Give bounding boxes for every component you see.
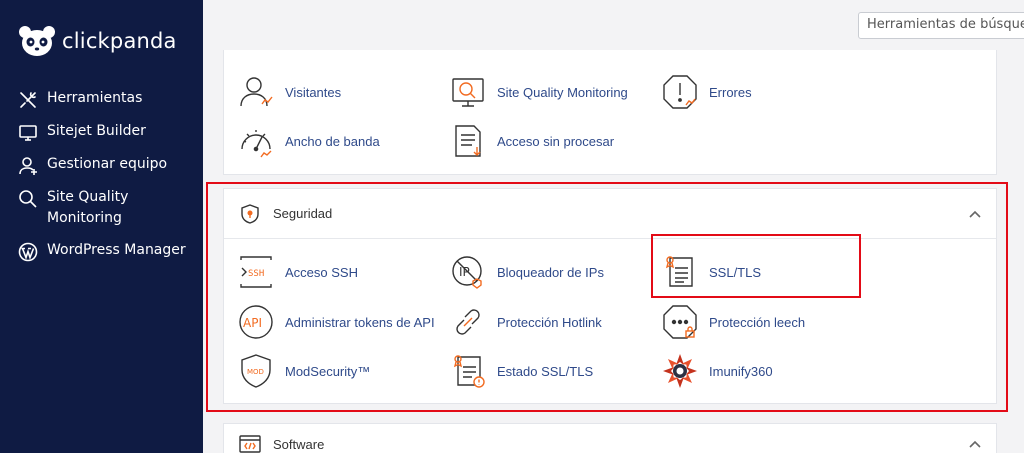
ssl-status-icon xyxy=(453,355,485,388)
svg-text:API: API xyxy=(243,316,262,330)
item-label: Visitantes xyxy=(285,84,342,100)
item-label: Estado SSL/TLS xyxy=(497,363,594,379)
metrics-item-site-quality[interactable]: Site Quality Monitoring xyxy=(450,74,628,110)
sidebar-item-label: Herramientas xyxy=(47,90,143,106)
brand-logo[interactable]: clickpanda xyxy=(18,24,177,58)
modsecurity-icon: MOD xyxy=(241,354,271,388)
chevron-up-icon[interactable] xyxy=(969,440,981,448)
metrics-panel: Visitantes Site Quality Monitoring Error… xyxy=(223,50,997,175)
section-title: Seguridad xyxy=(273,206,333,221)
visitors-icon xyxy=(240,77,273,107)
sidebar-item-gestionar-equipo[interactable]: Gestionar equipo xyxy=(18,154,198,176)
section-title: Software xyxy=(273,436,325,452)
software-panel: Software xyxy=(223,423,997,453)
api-icon: API xyxy=(239,305,273,339)
security-item-modsecurity[interactable]: MOD ModSecurity™ xyxy=(238,353,370,389)
sidebar-item-label: Site Quality Monitoring xyxy=(47,189,129,226)
item-label: Imunify360 xyxy=(709,363,773,379)
security-item-estado-ssl[interactable]: Estado SSL/TLS xyxy=(450,353,593,389)
wordpress-icon xyxy=(18,242,38,262)
item-label: Ancho de banda xyxy=(285,133,380,149)
raw-access-icon xyxy=(455,125,481,157)
tools-icon xyxy=(20,92,36,108)
sidebar-item-label: Sitejet Builder xyxy=(47,123,146,139)
item-label: ModSecurity™ xyxy=(285,363,371,379)
site-quality-icon xyxy=(452,78,484,107)
sidebar-nav: Herramientas Sitejet Builder Gestionar e… xyxy=(18,88,198,273)
bandwidth-icon xyxy=(241,130,272,158)
monitor-icon xyxy=(19,125,37,141)
security-item-ssl-tls[interactable]: SSL/TLS xyxy=(662,254,761,290)
metrics-item-acceso-sin-procesar[interactable]: Acceso sin procesar xyxy=(450,123,614,159)
hotlink-icon xyxy=(456,309,480,335)
security-item-bloqueador-ips[interactable]: IP Bloqueador de IPs xyxy=(450,254,604,290)
errors-icon xyxy=(663,75,697,109)
user-add-icon xyxy=(19,157,37,175)
svg-text:MOD: MOD xyxy=(247,368,264,376)
svg-text:SSH: SSH xyxy=(248,269,264,279)
security-item-acceso-ssh[interactable]: SSH Acceso SSH xyxy=(238,254,358,290)
panda-logo-icon xyxy=(19,26,55,56)
item-label: Administrar tokens de API xyxy=(285,314,435,330)
security-item-api-tokens[interactable]: API Administrar tokens de API xyxy=(238,304,435,340)
item-label: Acceso sin procesar xyxy=(497,133,615,149)
tools-search-input[interactable]: Herramientas de búsqueda xyxy=(858,12,1024,39)
item-label: Errores xyxy=(709,84,752,100)
security-item-hotlink[interactable]: Protección Hotlink xyxy=(450,304,602,340)
item-label: Acceso SSH xyxy=(285,264,358,280)
item-label: Protección Hotlink xyxy=(497,314,602,330)
code-icon xyxy=(239,435,261,453)
metrics-item-errores[interactable]: Errores xyxy=(662,74,752,110)
sidebar-item-sitejet[interactable]: Sitejet Builder xyxy=(18,121,198,143)
ssh-icon: SSH xyxy=(240,256,272,288)
shield-icon xyxy=(241,203,259,224)
svg-text:IP: IP xyxy=(459,265,470,279)
ssl-tls-icon xyxy=(665,256,693,287)
chevron-up-icon[interactable] xyxy=(969,210,981,218)
security-panel: Seguridad SSH Acceso SSH IP Bloqueador d… xyxy=(223,188,997,404)
sidebar-item-herramientas[interactable]: Herramientas xyxy=(18,88,198,110)
security-panel-header[interactable]: Seguridad xyxy=(224,189,996,239)
sidebar-item-label: WordPress Manager xyxy=(47,242,186,258)
metrics-item-visitantes[interactable]: Visitantes xyxy=(238,74,341,110)
imunify-icon xyxy=(663,354,697,388)
sidebar-item-site-quality[interactable]: Site Quality Monitoring xyxy=(18,187,198,229)
item-label: Site Quality Monitoring xyxy=(497,84,628,100)
item-label: Protección leech xyxy=(709,314,806,330)
sidebar: clickpanda Herramientas Sitejet Builder … xyxy=(0,0,203,453)
ip-blocker-icon: IP xyxy=(452,256,482,289)
brand-name: clickpanda xyxy=(62,29,177,53)
sidebar-item-label: Gestionar equipo xyxy=(47,156,168,172)
search-icon xyxy=(19,190,37,208)
sidebar-item-wordpress[interactable]: WordPress Manager xyxy=(18,240,198,262)
item-label: SSL/TLS xyxy=(709,264,762,280)
item-label: Bloqueador de IPs xyxy=(497,264,604,280)
security-item-imunify360[interactable]: Imunify360 xyxy=(662,353,773,389)
metrics-item-ancho-de-banda[interactable]: Ancho de banda xyxy=(238,123,380,159)
leech-icon xyxy=(663,305,697,339)
software-panel-header[interactable]: Software xyxy=(224,424,996,453)
security-item-leech[interactable]: Protección leech xyxy=(662,304,805,340)
